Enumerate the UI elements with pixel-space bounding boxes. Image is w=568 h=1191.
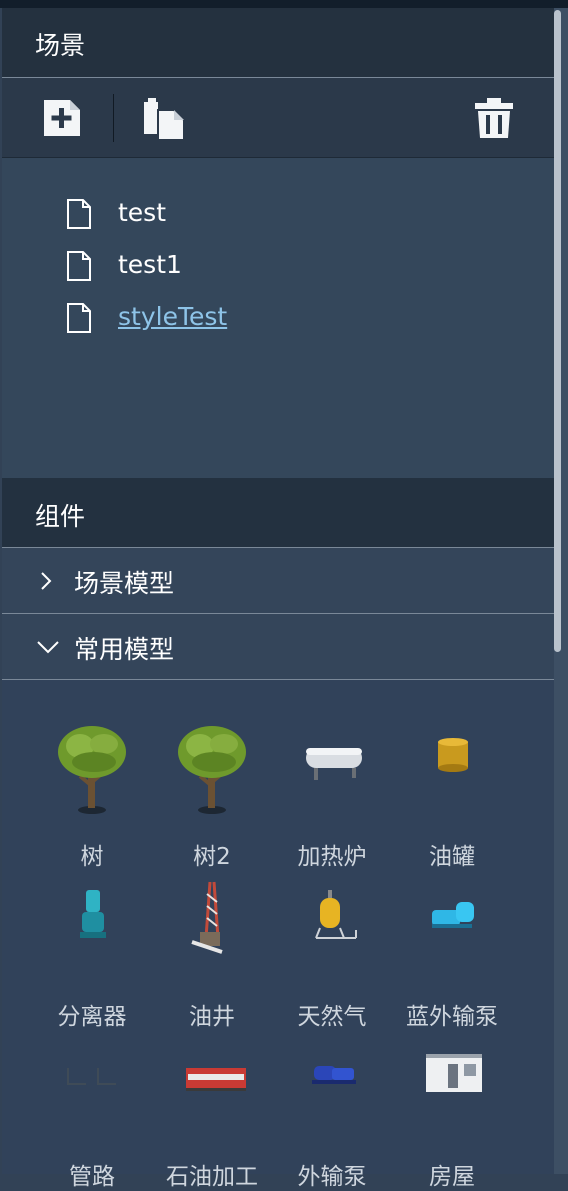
heater-icon <box>306 748 362 780</box>
model-tile-oil-well[interactable]: 油井 <box>152 876 272 1030</box>
scene-file-name: test1 <box>118 250 182 279</box>
scene-file-name: test <box>118 198 167 227</box>
blue-pump-icon <box>432 902 474 928</box>
model-tile-tree2[interactable]: 树2 <box>152 716 272 870</box>
model-label: 油井 <box>189 1004 235 1030</box>
oil-processing-icon <box>186 1068 246 1091</box>
model-tile-tree[interactable]: 树 <box>32 716 152 870</box>
model-grid: 树 树2 加热炉 油罐 分离器 油井 天然气 蓝外输泵 管路 石油加工 外输泵 … <box>2 680 554 1190</box>
file-icon <box>67 251 91 281</box>
new-scene-button[interactable] <box>40 96 84 140</box>
model-label: 石油加工 <box>166 1164 258 1190</box>
chevron-right-icon <box>41 572 52 590</box>
model-tile-heater[interactable]: 加热炉 <box>272 716 392 870</box>
oil-well-icon <box>191 881 223 954</box>
scene-file-item[interactable]: test <box>66 196 366 232</box>
scene-file-list: test test1 styleTest <box>2 158 554 478</box>
components-section-title: 组件 <box>35 502 86 531</box>
model-label: 分离器 <box>57 1004 127 1030</box>
model-tile-house[interactable]: 房屋 <box>392 1036 512 1190</box>
components-section-header: 组件 <box>2 478 554 548</box>
model-label: 加热炉 <box>297 844 367 870</box>
model-label: 树2 <box>193 844 231 870</box>
model-tile-blue-pump[interactable]: 蓝外输泵 <box>392 876 512 1030</box>
model-label: 管路 <box>69 1164 115 1190</box>
separator-icon <box>80 890 106 938</box>
model-tile-natural-gas[interactable]: 天然气 <box>272 876 392 1030</box>
scene-file-item[interactable]: test1 <box>66 248 366 284</box>
gas-tank-icon <box>315 890 357 939</box>
model-tile-separator[interactable]: 分离器 <box>32 876 152 1030</box>
group-scene-models[interactable]: 场景模型 <box>2 548 554 614</box>
model-label: 外输泵 <box>297 1164 367 1190</box>
scene-file-name: styleTest <box>118 302 228 331</box>
scene-toolbar <box>2 78 554 158</box>
file-add-icon <box>44 100 80 136</box>
file-icon <box>67 199 91 229</box>
model-label: 油罐 <box>429 844 475 870</box>
toolbar-separator <box>113 94 114 142</box>
model-tile-oil-processing[interactable]: 石油加工 <box>152 1036 272 1190</box>
pipeline-icon <box>67 1068 116 1085</box>
copy-icon <box>144 98 185 141</box>
scene-section-header: 场景 <box>2 8 554 78</box>
scrollbar-thumb[interactable] <box>554 10 561 652</box>
oil-tank-icon <box>438 738 468 772</box>
model-label: 树 <box>80 844 104 870</box>
file-icon <box>67 303 91 333</box>
export-pump-icon <box>312 1066 356 1084</box>
copy-scene-button[interactable] <box>142 96 186 141</box>
model-tile-export-pump[interactable]: 外输泵 <box>272 1036 392 1190</box>
scene-section-title: 场景 <box>35 31 86 60</box>
tree-icon <box>178 726 246 814</box>
model-tile-oil-tank[interactable]: 油罐 <box>392 716 512 870</box>
house-icon <box>426 1054 482 1092</box>
scene-file-item-active[interactable]: styleTest <box>66 300 366 336</box>
model-label: 天然气 <box>297 1004 367 1030</box>
chevron-down-icon <box>37 641 59 654</box>
group-label: 常用模型 <box>74 635 175 664</box>
trash-icon <box>475 98 513 138</box>
group-common-models[interactable]: 常用模型 <box>2 614 554 680</box>
window-top-strip <box>0 0 568 8</box>
model-label: 房屋 <box>429 1164 475 1190</box>
delete-scene-button[interactable] <box>472 96 516 140</box>
model-label: 蓝外输泵 <box>406 1004 498 1030</box>
model-tile-pipeline[interactable]: 管路 <box>32 1036 152 1190</box>
group-label: 场景模型 <box>74 569 175 598</box>
tree-icon <box>58 726 126 814</box>
